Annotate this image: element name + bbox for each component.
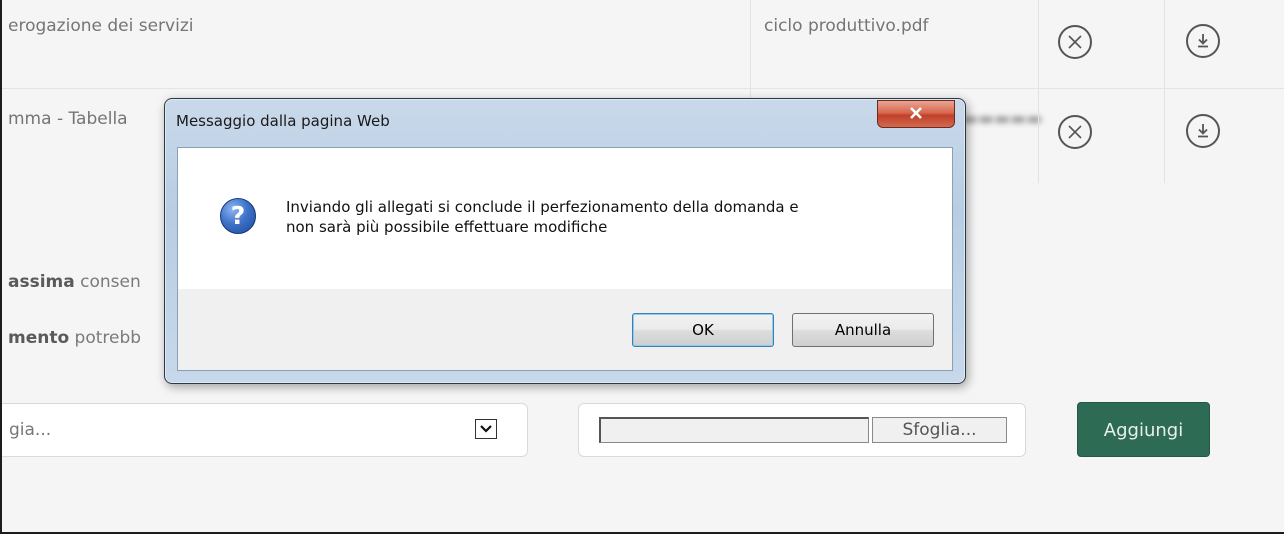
dialog-body: ? Inviando gli allegati si conclude il p… [177, 147, 953, 371]
document-type-select[interactable]: gia... [2, 403, 528, 457]
browse-button[interactable]: Sfoglia... [872, 417, 1007, 443]
question-icon: ? [220, 198, 256, 234]
dialog-title: Messaggio dalla pagina Web [176, 112, 390, 130]
file-input: Sfoglia... [578, 403, 1026, 457]
row-filename[interactable]: ciclo produttivo.pdf [764, 16, 929, 36]
close-button[interactable] [877, 100, 955, 128]
column-divider [1038, 0, 1039, 183]
add-button[interactable]: Aggiungi [1077, 402, 1210, 457]
cancel-button[interactable]: Annulla [792, 313, 934, 347]
message-dialog: Messaggio dalla pagina Web ? Inviando gl… [164, 98, 966, 384]
info-max-size: assima consen [8, 272, 141, 292]
file-path-field[interactable] [599, 417, 869, 443]
download-icon[interactable] [1186, 24, 1220, 58]
download-icon[interactable] [1186, 114, 1220, 148]
ok-button[interactable]: OK [632, 313, 774, 347]
column-divider [1164, 0, 1165, 183]
page-frame: erogazione dei servizi ciclo produttivo.… [0, 0, 1284, 534]
dialog-message: Inviando gli allegati si conclude il per… [286, 198, 799, 236]
close-icon [908, 105, 924, 124]
dialog-footer: OK Annulla [178, 289, 952, 370]
info-note: mento potrebb [8, 328, 142, 348]
row-description: mma - Tabella [8, 109, 128, 129]
row-filename-blurred: ▬▬▬▬▬ [962, 109, 1043, 129]
select-value: gia... [9, 420, 52, 440]
table-row: erogazione dei servizi ciclo produttivo.… [2, 0, 1284, 89]
remove-icon[interactable] [1058, 115, 1092, 149]
row-description: erogazione dei servizi [8, 16, 194, 36]
remove-icon[interactable] [1058, 25, 1092, 59]
chevron-down-icon[interactable] [475, 419, 497, 439]
